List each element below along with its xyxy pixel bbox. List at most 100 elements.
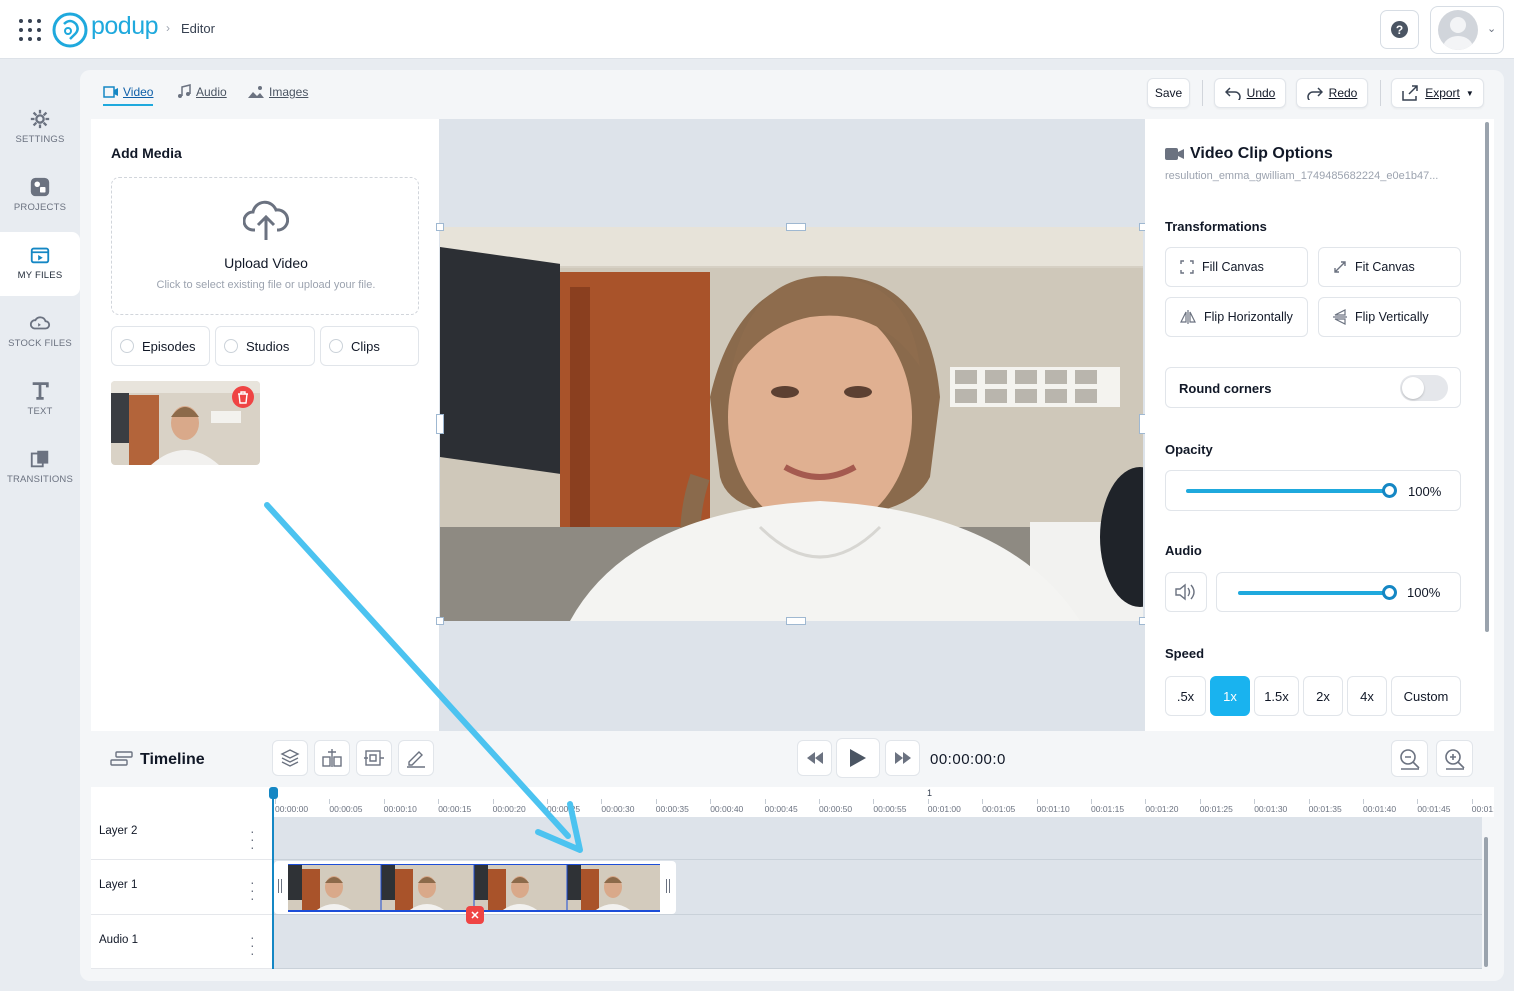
playhead[interactable] [272, 787, 274, 969]
export-button[interactable]: Export ▼ [1391, 78, 1484, 108]
ruler-tick-label: 00:01:35 [1308, 804, 1342, 814]
ruler-tick-label: 00:00:55 [873, 804, 907, 814]
track-layer-2[interactable] [274, 817, 1482, 860]
sidebar-item-label: PROJECTS [13, 202, 67, 213]
resize-handle-left[interactable] [436, 414, 444, 434]
sidebar: SETTINGS PROJECTS MY FILES STOCK FILES T… [0, 60, 80, 991]
export-icon [1402, 85, 1418, 101]
clip-trim-handle-right[interactable] [666, 879, 670, 893]
playhead-handle[interactable] [269, 787, 278, 799]
sidebar-item-my-files[interactable]: MY FILES [0, 232, 80, 296]
flip-vertically-button[interactable]: Flip Vertically [1318, 297, 1461, 337]
ruler-tick-label: 00:01:20 [1145, 804, 1179, 814]
sidebar-item-projects[interactable]: PROJECTS [0, 164, 80, 228]
sidebar-item-text[interactable]: TEXT [0, 368, 80, 432]
timecode-display: 00:00:00:0 [930, 751, 1006, 768]
edit-clip-button[interactable] [398, 740, 434, 776]
sidebar-item-label: TEXT [27, 406, 53, 417]
resize-handle-top[interactable] [786, 223, 806, 231]
opacity-heading: Opacity [1165, 442, 1213, 457]
timeline-scrollbar[interactable] [1484, 837, 1488, 967]
layer-row-audio-1[interactable]: Audio 1 · · · [91, 915, 273, 969]
video-camera-icon [1165, 148, 1184, 160]
speed-2x-button[interactable]: 2x [1303, 676, 1343, 716]
zoom-in-button[interactable] [1436, 740, 1473, 777]
flip-horizontally-button[interactable]: Flip Horizontally [1165, 297, 1308, 337]
delete-media-button[interactable] [232, 386, 254, 408]
more-options-icon[interactable]: · · · [250, 824, 255, 854]
options-scrollbar[interactable] [1485, 122, 1489, 632]
speed-custom-button[interactable]: Custom [1391, 676, 1461, 716]
account-menu-button[interactable]: ⌄ [1430, 6, 1504, 54]
help-button[interactable]: ? [1380, 10, 1419, 49]
undo-button[interactable]: Undo [1214, 78, 1286, 108]
resize-handle-top-left[interactable] [436, 223, 444, 231]
tab-video[interactable]: Video [103, 84, 154, 106]
more-options-icon[interactable]: · · · [250, 875, 255, 905]
fast-forward-button[interactable] [885, 740, 920, 776]
ruler-tick-label: 00:00:45 [764, 804, 798, 814]
layers-button[interactable] [272, 740, 308, 776]
video-preview[interactable] [440, 227, 1143, 621]
transitions-icon [30, 450, 49, 468]
ruler-tick-label: 00:01:10 [1036, 804, 1070, 814]
close-icon: ✕ [470, 909, 480, 922]
track-audio-1[interactable] [274, 915, 1482, 969]
speed-1-5x-button[interactable]: 1.5x [1254, 676, 1299, 716]
question-icon: ? [1391, 21, 1408, 38]
resize-handle-bottom[interactable] [786, 617, 806, 625]
audio-slider-fill [1238, 591, 1389, 595]
projects-icon [30, 177, 50, 197]
clip-options-panel [1145, 119, 1494, 731]
ruler-tick-label: 00:01:00 [927, 804, 961, 814]
tab-audio[interactable]: Audio [176, 84, 227, 100]
audio-slider-handle[interactable] [1382, 585, 1397, 600]
filter-clips[interactable]: Clips [320, 326, 419, 366]
transformations-heading: Transformations [1165, 219, 1267, 234]
layers-icon [280, 749, 300, 767]
zoom-out-button[interactable] [1391, 740, 1428, 777]
zoom-out-icon [1399, 748, 1420, 770]
upload-video-dropzone[interactable]: Upload Video Click to select existing fi… [111, 177, 419, 315]
play-icon [850, 749, 866, 767]
speed-0-5x-button[interactable]: .5x [1165, 676, 1206, 716]
cloud-icon [29, 316, 51, 330]
sidebar-item-settings[interactable]: SETTINGS [0, 96, 80, 160]
layer-row-layer-2[interactable]: Layer 2 · · · [91, 817, 273, 860]
ruler-tick-label: 00:00:15 [438, 804, 472, 814]
speed-heading: Speed [1165, 646, 1205, 661]
redo-button[interactable]: Redo [1296, 78, 1368, 108]
play-button[interactable] [836, 738, 880, 778]
round-corners-toggle[interactable] [1400, 375, 1448, 401]
audio-volume-control: 100% [1216, 572, 1461, 612]
fill-canvas-button[interactable]: Fill Canvas [1165, 247, 1308, 287]
audio-value: 100% [1407, 585, 1441, 600]
sidebar-item-stock-files[interactable]: STOCK FILES [0, 300, 80, 364]
speed-4x-button[interactable]: 4x [1347, 676, 1387, 716]
trim-clip-button[interactable] [356, 740, 392, 776]
filter-episodes[interactable]: Episodes [111, 326, 210, 366]
more-options-icon[interactable]: · · · [250, 930, 255, 960]
gear-icon [30, 109, 50, 129]
clip-trim-handle-left[interactable] [278, 879, 282, 893]
filter-studios[interactable]: Studios [215, 326, 315, 366]
mute-button[interactable] [1165, 572, 1207, 612]
opacity-slider-handle[interactable] [1382, 483, 1397, 498]
sidebar-item-transitions[interactable]: TRANSITIONS [0, 436, 80, 500]
split-clip-button[interactable] [314, 740, 350, 776]
ruler-tick-label: 00:00:30 [601, 804, 635, 814]
video-icon [103, 86, 118, 98]
fit-canvas-button[interactable]: Fit Canvas [1318, 247, 1461, 287]
top-bar: podup › Editor ? ⌄ [0, 0, 1514, 59]
rewind-button[interactable] [797, 740, 832, 776]
tab-images[interactable]: Images [247, 84, 308, 100]
clip-thumbnails [288, 864, 660, 912]
speed-1x-button[interactable]: 1x [1210, 676, 1250, 716]
save-button[interactable]: Save [1147, 78, 1190, 108]
resize-handle-bottom-left[interactable] [436, 617, 444, 625]
layer-row-layer-1[interactable]: Layer 1 · · · [91, 860, 273, 915]
app-grid-icon[interactable] [19, 19, 41, 41]
ruler-tick-label: 00:00:50 [819, 804, 853, 814]
edit-icon [407, 751, 425, 768]
remove-clip-button[interactable]: ✕ [466, 906, 484, 924]
